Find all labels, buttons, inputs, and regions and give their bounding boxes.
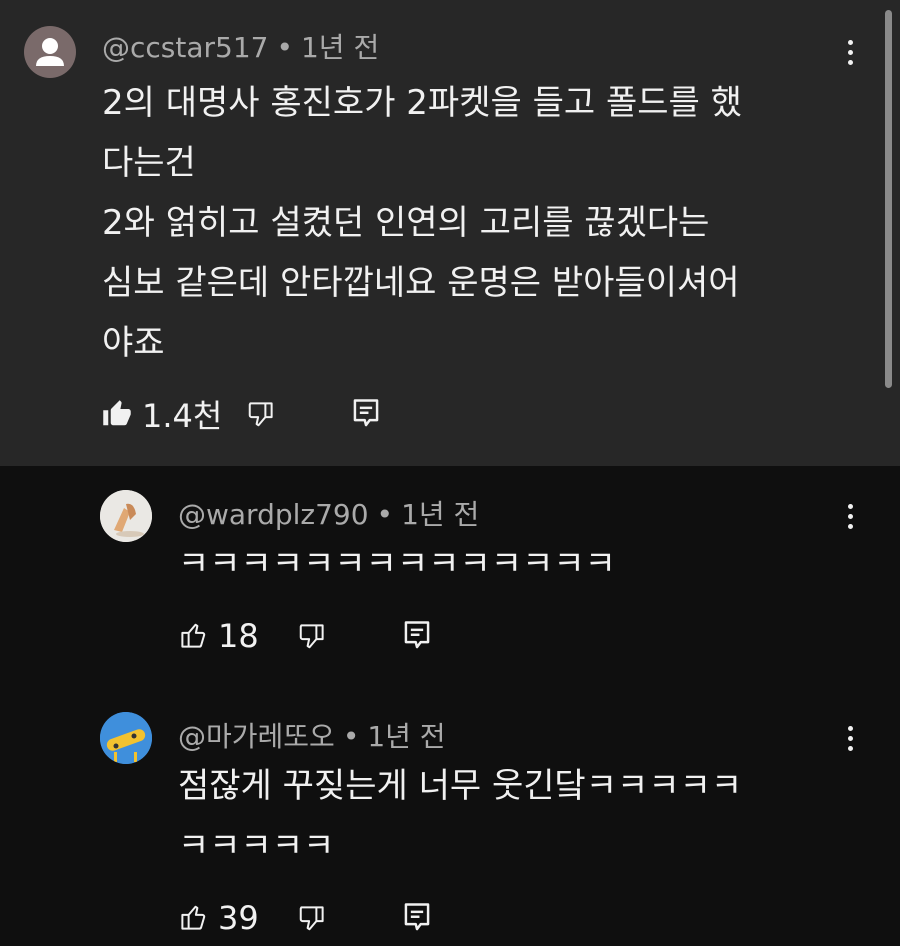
author-handle[interactable]: @wardplz790 — [178, 498, 369, 531]
comment-time[interactable]: 1년 전 — [367, 720, 445, 753]
separator-dot: • — [376, 498, 394, 531]
thumb-down-outline-icon[interactable] — [297, 903, 327, 933]
separator-dot: • — [342, 720, 360, 753]
reply-comment-icon[interactable] — [403, 620, 431, 652]
reply-comment-icon[interactable] — [352, 398, 380, 430]
comment-meta: @wardplz790 • 1년 전 — [178, 493, 479, 533]
like-count: 39 — [218, 899, 259, 937]
like-count: 18 — [218, 617, 259, 655]
like-count: 1.4천 — [142, 397, 223, 435]
thumb-up-filled-icon[interactable] — [102, 399, 132, 429]
separator-dot: • — [276, 31, 293, 64]
comment-time[interactable]: 1년 전 — [301, 31, 379, 64]
thumb-up-outline-icon[interactable] — [178, 621, 208, 651]
more-vertical-icon[interactable] — [838, 32, 862, 72]
author-handle[interactable]: @ccstar517 — [102, 31, 268, 64]
thumb-down-outline-icon[interactable] — [297, 621, 327, 651]
comment-meta: @ccstar517 • 1년 전 — [102, 26, 379, 66]
avatar-skateboard[interactable] — [100, 712, 152, 764]
avatar-default[interactable] — [24, 26, 76, 78]
author-handle[interactable]: @마가레또오 — [178, 720, 335, 753]
comment-actions: 1.4천 — [102, 392, 380, 436]
avatar-photo[interactable] — [100, 490, 152, 542]
thumb-down-outline-icon[interactable] — [246, 399, 276, 429]
more-vertical-icon[interactable] — [838, 496, 862, 536]
comment-text: ㅋㅋㅋㅋㅋㅋㅋㅋㅋㅋㅋㅋㅋㅋ — [178, 544, 616, 584]
reply-comment-icon[interactable] — [403, 902, 431, 934]
comment-actions: 18 — [178, 614, 431, 658]
comment-time[interactable]: 1년 전 — [401, 498, 479, 531]
comment-meta: @마가레또오 • 1년 전 — [178, 715, 446, 755]
more-vertical-icon[interactable] — [838, 718, 862, 758]
highlighted-comment: @ccstar517 • 1년 전 2의 대명사 홍진호가 2파켓을 들고 폴드를 … — [0, 0, 900, 466]
comment-text: 2의 대명사 홍진호가 2파켓을 들고 폴드를 했 다는건 2와 얽히고 설켰던… — [102, 83, 742, 363]
comment-actions: 39 — [178, 896, 431, 940]
thumb-up-outline-icon[interactable] — [178, 903, 208, 933]
comment-text: 점잖게 꾸짖는게 너무 웃긴닼ㅋㅋㅋㅋㅋ ㅋㅋㅋㅋㅋ — [178, 766, 743, 866]
scrollbar[interactable] — [885, 10, 892, 388]
